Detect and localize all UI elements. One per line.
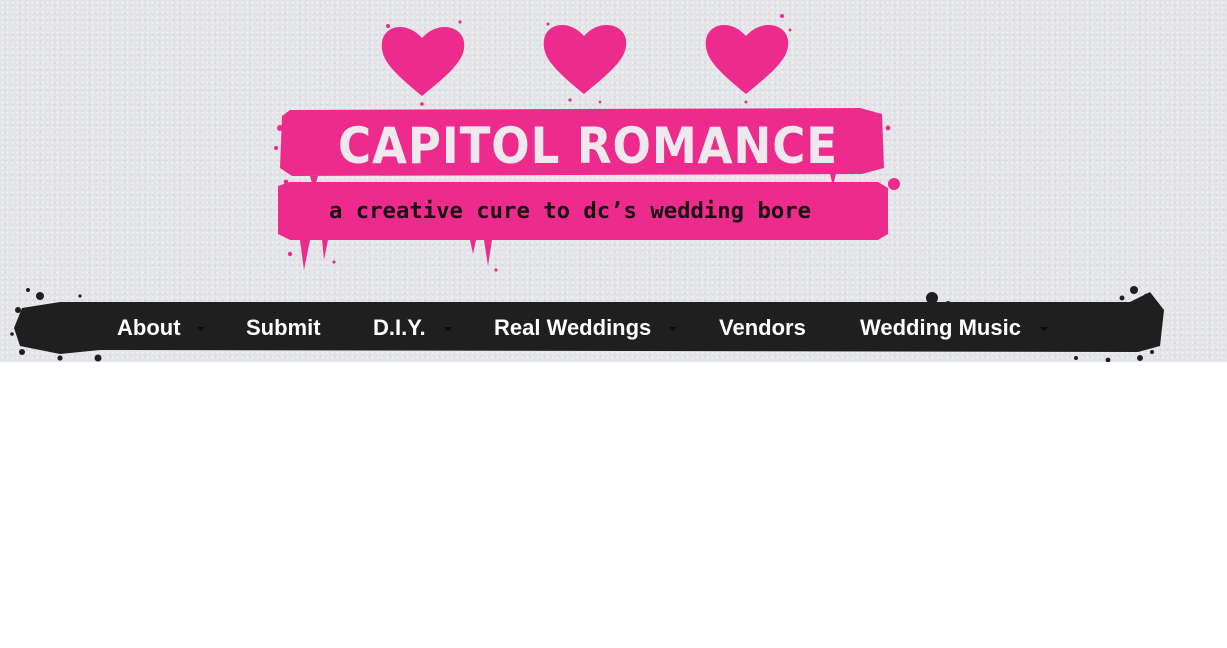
nav-item-submit[interactable]: Submit xyxy=(246,313,321,343)
chevron-down-icon xyxy=(1040,327,1048,331)
nav-menu: About Submit D.I.Y. Real Weddings Vendor… xyxy=(0,280,1227,362)
nav-item-diy[interactable]: D.I.Y. xyxy=(373,313,452,343)
heart-icon xyxy=(381,20,465,106)
site-logo[interactable]: CAPITOL ROMANCE a creative cure to dc’s … xyxy=(270,8,910,278)
nav-label: Submit xyxy=(246,315,321,340)
tagline-banner xyxy=(278,182,888,272)
nav-label: Wedding Music xyxy=(860,315,1021,340)
heart-icon xyxy=(705,14,792,104)
site-header: CAPITOL ROMANCE a creative cure to dc’s … xyxy=(0,0,1227,362)
site-title: CAPITOL ROMANCE xyxy=(338,117,838,175)
main-navigation: About Submit D.I.Y. Real Weddings Vendor… xyxy=(0,280,1227,362)
chevron-down-icon xyxy=(197,327,205,331)
nav-label: D.I.Y. xyxy=(373,315,426,340)
nav-item-vendors[interactable]: Vendors xyxy=(719,313,806,343)
chevron-down-icon xyxy=(669,327,677,331)
nav-label: About xyxy=(117,315,181,340)
site-tagline: a creative cure to dc’s wedding bore xyxy=(329,199,811,224)
heart-icon xyxy=(543,22,627,104)
nav-item-wedding-music[interactable]: Wedding Music xyxy=(860,313,1048,343)
nav-item-about[interactable]: About xyxy=(117,313,205,343)
nav-label: Vendors xyxy=(719,315,806,340)
nav-item-real-weddings[interactable]: Real Weddings xyxy=(494,313,677,343)
chevron-down-icon xyxy=(444,327,452,331)
nav-label: Real Weddings xyxy=(494,315,652,340)
page-content xyxy=(0,362,1227,648)
